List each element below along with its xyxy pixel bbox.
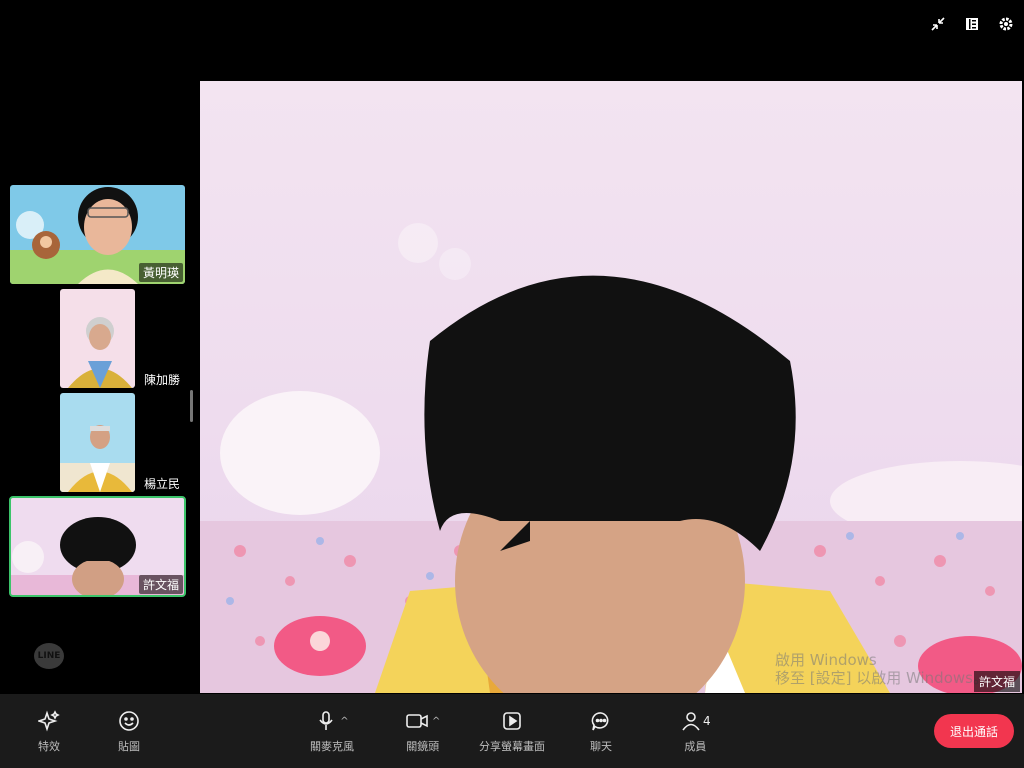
- window-controls: [928, 14, 1016, 34]
- end-call-button[interactable]: 退出通話: [934, 714, 1014, 748]
- watermark-line: 移至 [設定] 以啟用 Windows。: [775, 669, 988, 687]
- participant-tile[interactable]: [60, 289, 135, 388]
- camera-button[interactable]: ^ 關鏡頭: [405, 710, 440, 754]
- camera-label: 關鏡頭: [406, 740, 440, 753]
- participant-video: [60, 393, 135, 492]
- participant-name: 楊立民: [144, 477, 181, 491]
- effects-button[interactable]: 特效: [38, 710, 60, 754]
- smiley-icon: [118, 710, 140, 732]
- settings-icon[interactable]: [996, 14, 1016, 34]
- participant-name: 陳加勝: [144, 373, 181, 387]
- sidebar-scrollbar[interactable]: [190, 390, 193, 422]
- layout-icon[interactable]: [962, 14, 982, 34]
- main-video: 啟用 Windows 移至 [設定] 以啟用 Windows。 許文福: [200, 81, 1022, 693]
- chevron-up-icon[interactable]: ^: [432, 716, 440, 727]
- chevron-up-icon[interactable]: ^: [340, 716, 348, 727]
- main-video-image: [200, 223, 1022, 693]
- participant-name: 許文福: [138, 575, 183, 594]
- chat-icon: [590, 710, 612, 732]
- camera-icon: ^: [405, 710, 440, 732]
- watermark-line: 啟用 Windows: [775, 651, 877, 669]
- member-count: 4: [703, 714, 711, 728]
- mic-button[interactable]: ^ 關麥克風: [310, 710, 354, 754]
- participant-name: 黃明瑛: [138, 263, 183, 282]
- share-screen-button[interactable]: 分享螢幕畫面: [479, 710, 545, 754]
- participant-video: [60, 289, 135, 388]
- call-toolbar: 特效 貼圖 ^ 關麥克風 ^ 關鏡頭 分享螢幕畫面 聊天 4 成員 退出通話: [0, 694, 1024, 768]
- collapse-icon[interactable]: [928, 14, 948, 34]
- stickers-button[interactable]: 貼圖: [118, 710, 140, 754]
- main-video-name: 許文福: [973, 671, 1020, 692]
- participant-tile-active[interactable]: 許文福: [9, 496, 186, 597]
- share-label: 分享螢幕畫面: [479, 740, 545, 753]
- sparkle-icon: [38, 710, 60, 732]
- members-button[interactable]: 4 成員: [680, 710, 711, 754]
- os-watermark: 啟用 Windows 移至 [設定] 以啟用 Windows。: [775, 651, 988, 687]
- participant-tile[interactable]: [60, 393, 135, 492]
- mic-icon: ^: [315, 710, 349, 732]
- line-logo: LINE: [34, 643, 64, 669]
- effects-label: 特效: [38, 740, 60, 753]
- chat-button[interactable]: 聊天: [590, 710, 612, 754]
- mic-label: 關麥克風: [310, 740, 354, 753]
- chat-label: 聊天: [590, 740, 612, 753]
- stickers-label: 貼圖: [118, 740, 140, 753]
- share-screen-icon: [501, 710, 523, 732]
- members-label: 成員: [684, 740, 707, 753]
- participant-tile[interactable]: 黃明瑛: [10, 185, 185, 284]
- person-icon: 4: [680, 710, 711, 732]
